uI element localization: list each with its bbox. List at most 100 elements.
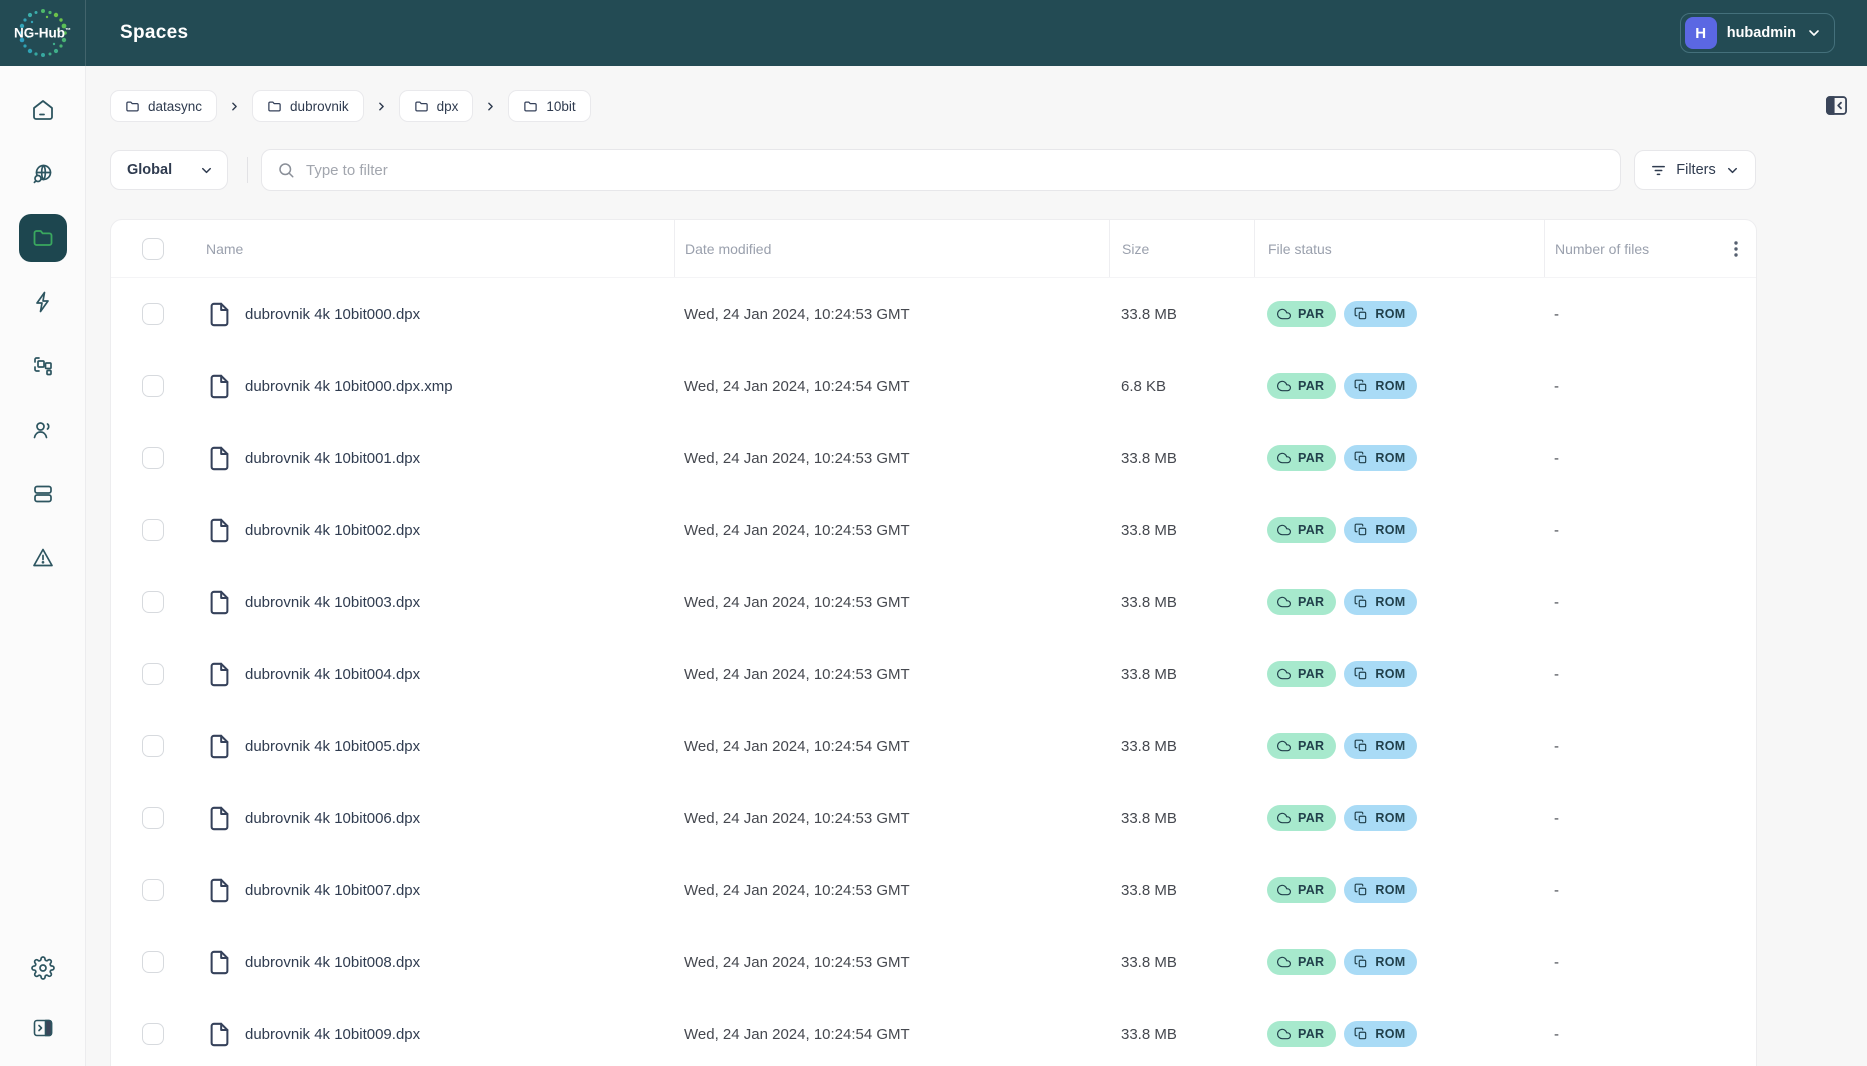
row-checkbox[interactable] (142, 951, 164, 973)
status-badge-label: ROM (1375, 595, 1405, 609)
select-all-checkbox[interactable] (142, 238, 164, 260)
cloud-icon (1277, 379, 1291, 393)
storage-icon (31, 482, 55, 506)
number-of-files: - (1544, 882, 1757, 899)
file-table: Name Date modified Size File status Numb… (110, 219, 1757, 1066)
table-row[interactable]: dubrovnik 4k 10bit004.dpx Wed, 24 Jan 20… (111, 638, 1756, 710)
status-badge-rom: ROM (1344, 373, 1417, 399)
sidebar-item-spaces[interactable] (19, 214, 67, 262)
status-badges: PAR ROM (1267, 445, 1544, 471)
table-body: dubrovnik 4k 10bit000.dpx Wed, 24 Jan 20… (111, 278, 1756, 1066)
column-header-number-of-files[interactable]: Number of files (1555, 241, 1649, 257)
file-name: dubrovnik 4k 10bit003.dpx (245, 594, 420, 611)
copy-icon (1354, 667, 1368, 681)
row-checkbox[interactable] (142, 807, 164, 829)
status-badge-par: PAR (1267, 373, 1336, 399)
breadcrumb-item[interactable]: 10bit (508, 90, 590, 122)
column-header-name[interactable]: Name (206, 220, 674, 277)
search-input[interactable] (306, 162, 1605, 179)
file-icon (206, 587, 233, 618)
column-header-date-modified[interactable]: Date modified (674, 220, 1109, 277)
app-logo[interactable]: NG-Hub™ (0, 0, 86, 66)
status-badge-par: PAR (1267, 877, 1336, 903)
breadcrumb-item[interactable]: dubrovnik (252, 90, 364, 122)
breadcrumb-item[interactable]: dpx (399, 90, 474, 122)
sidebar-item-workflows[interactable] (19, 342, 67, 390)
row-checkbox[interactable] (142, 375, 164, 397)
table-row[interactable]: dubrovnik 4k 10bit008.dpx Wed, 24 Jan 20… (111, 926, 1756, 998)
table-row[interactable]: dubrovnik 4k 10bit006.dpx Wed, 24 Jan 20… (111, 782, 1756, 854)
folders-icon (31, 226, 55, 250)
cloud-icon (1277, 955, 1291, 969)
sidebar-item-alerts[interactable] (19, 534, 67, 582)
breadcrumb-item[interactable]: datasync (110, 90, 217, 122)
table-options-button[interactable] (1728, 240, 1744, 258)
sidebar-item-users[interactable] (19, 406, 67, 454)
number-of-files: - (1544, 666, 1757, 683)
table-row[interactable]: dubrovnik 4k 10bit003.dpx Wed, 24 Jan 20… (111, 566, 1756, 638)
status-badges: PAR ROM (1267, 949, 1544, 975)
table-row[interactable]: dubrovnik 4k 10bit002.dpx Wed, 24 Jan 20… (111, 494, 1756, 566)
status-badge-label: ROM (1375, 667, 1405, 681)
status-badge-label: ROM (1375, 883, 1405, 897)
number-of-files: - (1544, 594, 1757, 611)
sidebar-item-settings[interactable] (19, 944, 67, 992)
file-icon (206, 515, 233, 546)
user-menu-button[interactable]: H hubadmin (1680, 13, 1835, 53)
table-row[interactable]: dubrovnik 4k 10bit000.dpx Wed, 24 Jan 20… (111, 278, 1756, 350)
table-row[interactable]: dubrovnik 4k 10bit000.dpx.xmp Wed, 24 Ja… (111, 350, 1756, 422)
row-checkbox[interactable] (142, 663, 164, 685)
sidebar-item-storage[interactable] (19, 470, 67, 518)
status-badge-rom: ROM (1344, 805, 1417, 831)
chevron-right-icon (375, 100, 388, 113)
file-name: dubrovnik 4k 10bit008.dpx (245, 954, 420, 971)
collapse-panel-button[interactable] (1823, 92, 1850, 124)
row-checkbox[interactable] (142, 1023, 164, 1045)
row-checkbox[interactable] (142, 303, 164, 325)
status-badge-par: PAR (1267, 301, 1336, 327)
sidebar-expand-button[interactable] (19, 1004, 67, 1052)
number-of-files: - (1544, 738, 1757, 755)
user-name: hubadmin (1727, 25, 1796, 41)
file-icon (206, 371, 233, 402)
status-badges: PAR ROM (1267, 1021, 1544, 1047)
number-of-files: - (1544, 810, 1757, 827)
status-badge-label: ROM (1375, 307, 1405, 321)
settings-icon (31, 956, 55, 980)
sidebar-item-discover[interactable] (19, 150, 67, 198)
home-icon (31, 98, 55, 122)
copy-icon (1354, 595, 1368, 609)
table-row[interactable]: dubrovnik 4k 10bit001.dpx Wed, 24 Jan 20… (111, 422, 1756, 494)
table-row[interactable]: dubrovnik 4k 10bit005.dpx Wed, 24 Jan 20… (111, 710, 1756, 782)
table-row[interactable]: dubrovnik 4k 10bit009.dpx Wed, 24 Jan 20… (111, 998, 1756, 1066)
file-size: 33.8 MB (1109, 1026, 1254, 1043)
logo-text: NG-Hub™ (14, 26, 71, 41)
sidebar-item-activity[interactable] (19, 278, 67, 326)
cloud-icon (1277, 883, 1291, 897)
row-checkbox[interactable] (142, 519, 164, 541)
scope-select[interactable]: Global (110, 150, 228, 190)
breadcrumb-label: dubrovnik (290, 99, 349, 114)
column-header-file-status[interactable]: File status (1254, 220, 1544, 277)
row-checkbox[interactable] (142, 879, 164, 901)
file-size: 33.8 MB (1109, 882, 1254, 899)
status-badge-par: PAR (1267, 949, 1336, 975)
sidebar-item-home[interactable] (19, 86, 67, 134)
cloud-icon (1277, 451, 1291, 465)
copy-icon (1354, 379, 1368, 393)
breadcrumb-label: dpx (437, 99, 459, 114)
filters-label: Filters (1676, 162, 1715, 178)
search-globe-icon (31, 162, 55, 186)
date-modified: Wed, 24 Jan 2024, 10:24:53 GMT (674, 306, 1109, 323)
breadcrumb: datasync dubrovnik dpx 10bit (110, 90, 1867, 122)
chevron-right-icon (484, 100, 497, 113)
row-checkbox[interactable] (142, 447, 164, 469)
table-header: Name Date modified Size File status Numb… (111, 220, 1756, 278)
number-of-files: - (1544, 306, 1757, 323)
row-checkbox[interactable] (142, 735, 164, 757)
row-checkbox[interactable] (142, 591, 164, 613)
filters-button[interactable]: Filters (1634, 150, 1756, 190)
column-header-size[interactable]: Size (1109, 220, 1254, 277)
avatar: H (1685, 17, 1717, 49)
table-row[interactable]: dubrovnik 4k 10bit007.dpx Wed, 24 Jan 20… (111, 854, 1756, 926)
